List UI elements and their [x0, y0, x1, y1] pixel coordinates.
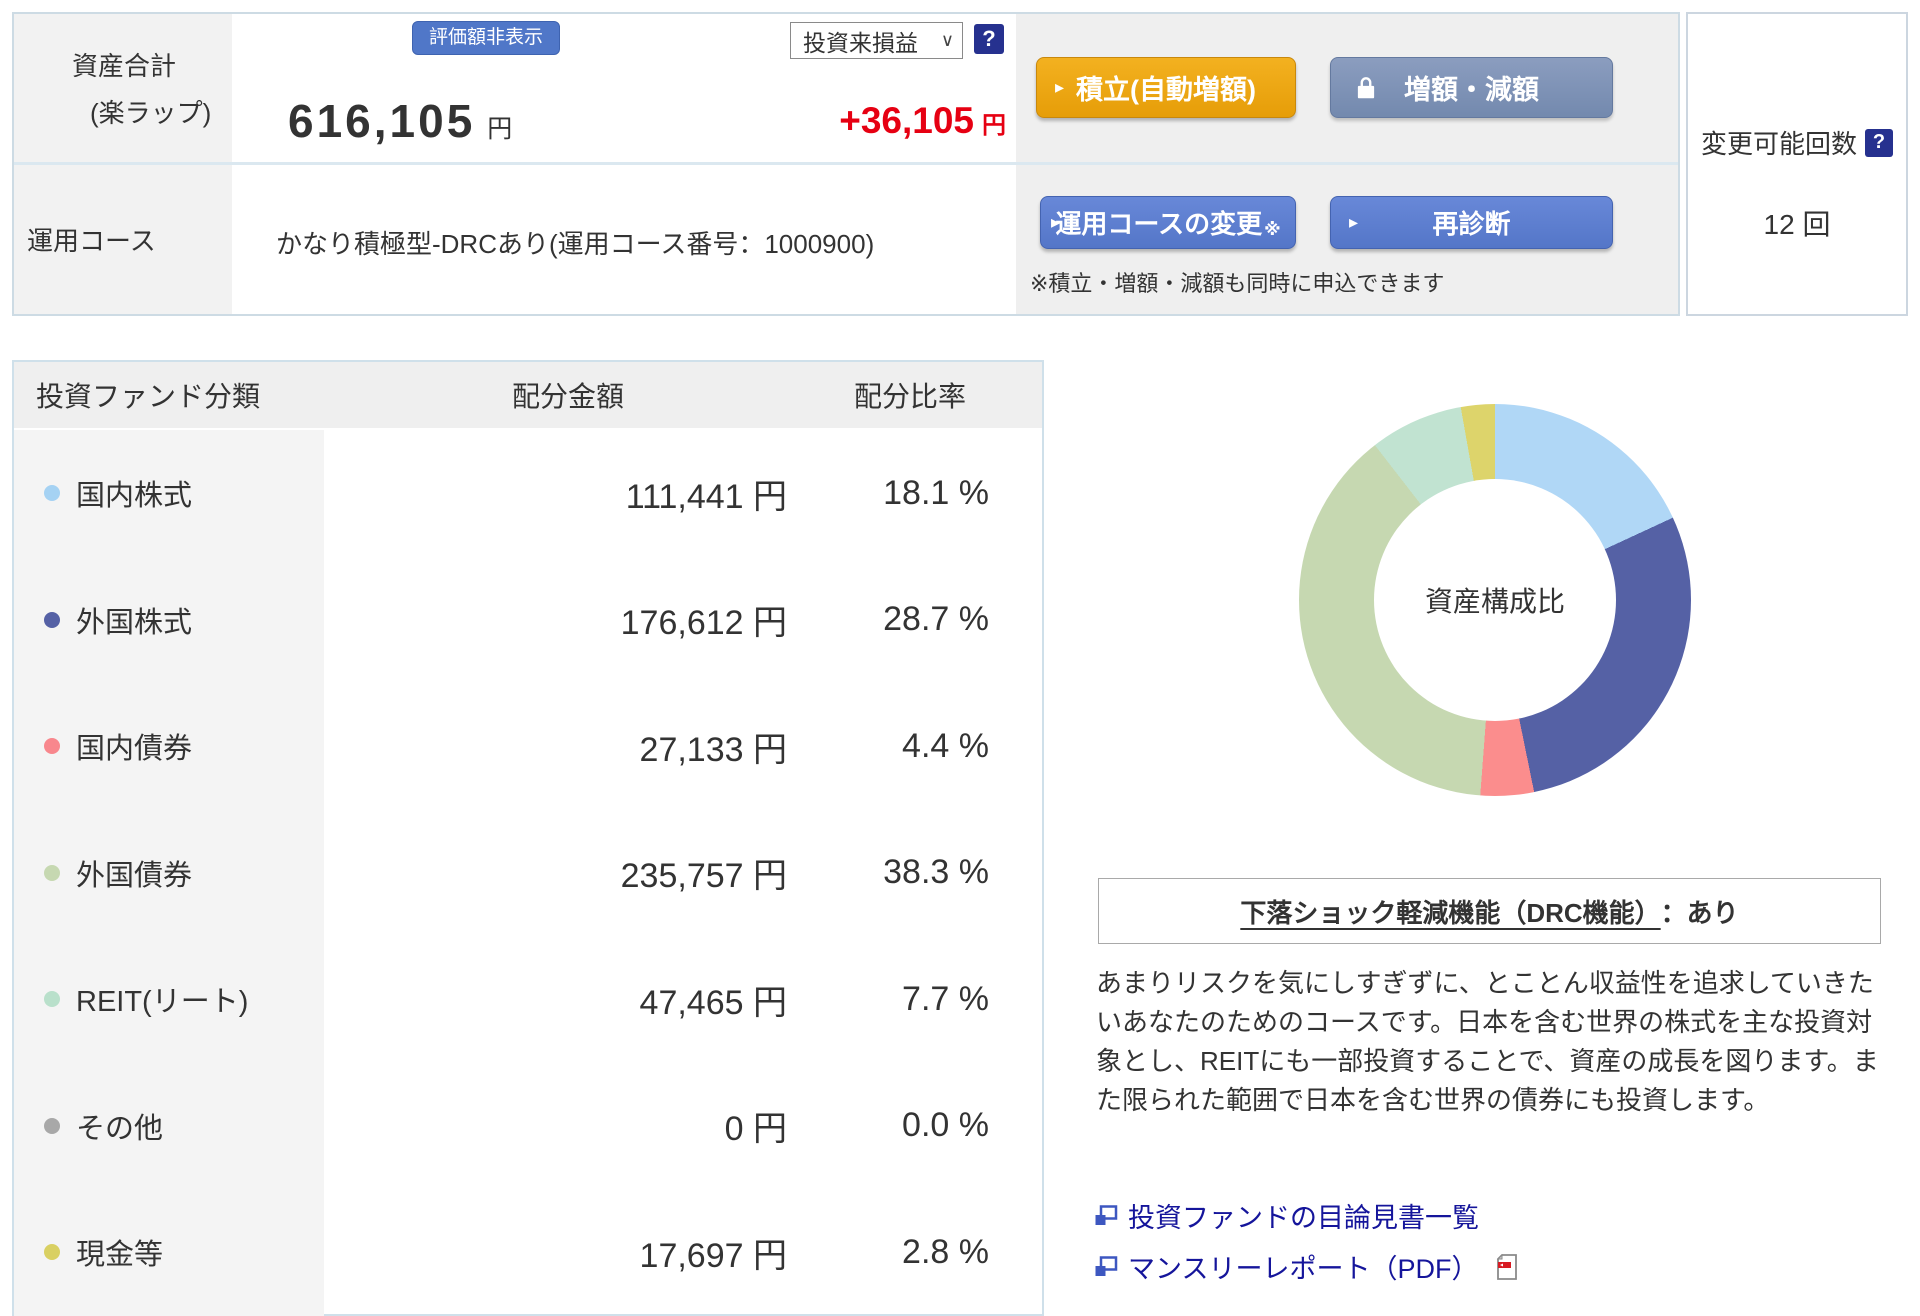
category-bullet — [44, 1244, 60, 1261]
rakuwrap-dashboard: ▸ 積立(自動増額) 増額・減額 ▸ 運用コースの変更 ※ ▸ 再診断 ※積立・… — [0, 0, 1920, 1316]
header-category: 投資ファンド分類 — [36, 381, 261, 412]
category-bullet — [44, 1117, 60, 1134]
course-change-button-label: 運用コースの変更 — [1055, 209, 1263, 239]
amount-cell: 27,133 円 — [639, 730, 787, 769]
amount-cell: 176,612 円 — [620, 604, 787, 643]
category-bullet — [44, 864, 60, 881]
ratio-cell: 28.7 % — [883, 600, 989, 639]
change-count-panel: 変更可能回数 ? 12 回 — [1686, 12, 1908, 316]
allocation-table-body: 国内株式 111,441 円 18.1 % 外国株式 176,612 円 28.… — [14, 430, 1042, 1316]
change-count-value: 12 回 — [1763, 209, 1831, 240]
table-row: 外国債券 235,757 円 38.3 % — [14, 809, 1042, 936]
button-arrow-icon: ▸ — [1349, 212, 1359, 232]
category-bullet — [44, 738, 60, 755]
course-name-text: かなり積極型-DRCあり(運用コース番号：1000900) — [276, 229, 875, 259]
header-amount: 配分金額 — [511, 381, 624, 412]
table-row: その他 0 円 0.0 % — [14, 1062, 1042, 1189]
asset-composition-donut-chart: 資産構成比 — [1299, 404, 1691, 796]
zougaku-gengaku-button[interactable]: 増額・減額 — [1330, 57, 1613, 118]
hide-valuation-badge[interactable]: 評価額非表示 — [412, 21, 561, 55]
course-description: あまりリスクを気にしすぎずに、とことん収益性を追求していきたいあなたのためのコー… — [1096, 968, 1879, 1115]
amount-cell: 111,441 円 — [625, 477, 787, 516]
drc-feature-title: 下落ショック軽減機能（DRC機能） — [1240, 897, 1661, 928]
course-change-note-mark: ※ — [1264, 220, 1281, 239]
donut-center-label: 資産構成比 — [1374, 479, 1616, 721]
ratio-cell: 18.1 % — [883, 473, 989, 512]
external-window-icon — [1095, 1204, 1118, 1225]
amount-cell: 17,697 円 — [639, 1236, 787, 1275]
profit-loss-value: +36,105 円 — [839, 100, 1006, 141]
monthly-report-link[interactable]: マンスリーレポート（PDF） — [1094, 1247, 1518, 1286]
change-count-label: 変更可能回数 — [1700, 129, 1857, 159]
prospectus-link[interactable]: 投資ファンドの目論見書一覧 — [1094, 1196, 1518, 1235]
category-bullet — [44, 485, 60, 502]
chevron-down-icon: ∨ — [940, 30, 954, 50]
ratio-cell: 4.4 % — [902, 726, 989, 765]
allocation-table: 投資ファンド分類 配分金額 配分比率 国内株式 111,441 円 18.1 %… — [12, 360, 1044, 1316]
button-arrow-icon: ▸ — [1055, 77, 1065, 97]
table-row: REIT(リート) 47,465 円 7.7 % — [14, 936, 1042, 1063]
total-assets-value: 616,105 円 — [288, 95, 513, 147]
ratio-cell: 0.0 % — [902, 1106, 989, 1145]
amount-cell: 0 円 — [724, 1110, 787, 1149]
tsumitate-button[interactable]: ▸ 積立(自動増額) — [1036, 57, 1296, 118]
ratio-cell: 38.3 % — [883, 853, 989, 892]
drc-feature-status: ：あり — [1660, 897, 1739, 928]
table-row: 国内株式 111,441 円 18.1 % — [14, 430, 1042, 557]
allocation-table-header: 投資ファンド分類 配分金額 配分比率 — [14, 362, 1042, 428]
ratio-cell: 7.7 % — [902, 979, 989, 1018]
button-arrow-icon: ▸ — [1051, 212, 1061, 232]
rediagnosis-button[interactable]: ▸ 再診断 — [1330, 196, 1613, 249]
zougaku-gengaku-button-label: 増額・減額 — [1404, 75, 1539, 105]
yen-unit: 円 — [982, 112, 1006, 139]
account-summary-panel: ▸ 積立(自動増額) 増額・減額 ▸ 運用コースの変更 ※ ▸ 再診断 ※積立・… — [12, 12, 1680, 316]
lock-icon — [1357, 76, 1375, 98]
rediagnosis-button-label: 再診断 — [1432, 209, 1511, 239]
amount-cell: 235,757 円 — [620, 857, 787, 896]
pl-period-select[interactable]: 投資来損益 ∨ — [790, 22, 963, 59]
document-links: 投資ファンドの目論見書一覧 マンスリーレポート（PDF） — [1094, 1196, 1518, 1286]
ratio-cell: 2.8 % — [902, 1232, 989, 1271]
header-ratio: 配分比率 — [853, 381, 966, 412]
simultaneous-application-note: ※積立・増額・減額も同時に申込できます — [1030, 271, 1445, 296]
course-change-button[interactable]: ▸ 運用コースの変更 ※ — [1040, 196, 1296, 249]
total-assets-label: 資産合計 (楽ラップ) — [14, 14, 232, 162]
tsumitate-button-label: 積立(自動増額) — [1076, 75, 1256, 105]
yen-unit: 円 — [487, 115, 513, 143]
amount-cell: 47,465 円 — [639, 983, 787, 1022]
table-row: 国内債券 27,133 円 4.4 % — [14, 683, 1042, 810]
table-row: 外国株式 176,612 円 28.7 % — [14, 556, 1042, 683]
external-window-icon — [1095, 1255, 1118, 1276]
course-row-label: 運用コース — [14, 165, 232, 314]
drc-feature-box: 下落ショック軽減機能（DRC機能） ：あり — [1098, 878, 1881, 944]
pl-help-icon[interactable]: ? — [974, 24, 1004, 54]
category-bullet — [44, 611, 60, 628]
category-bullet — [44, 991, 60, 1008]
change-count-help-icon[interactable]: ? — [1865, 128, 1893, 157]
pdf-file-icon — [1497, 1253, 1518, 1280]
row-divider — [14, 162, 1678, 165]
table-row: 現金等 17,697 円 2.8 % — [14, 1189, 1042, 1316]
